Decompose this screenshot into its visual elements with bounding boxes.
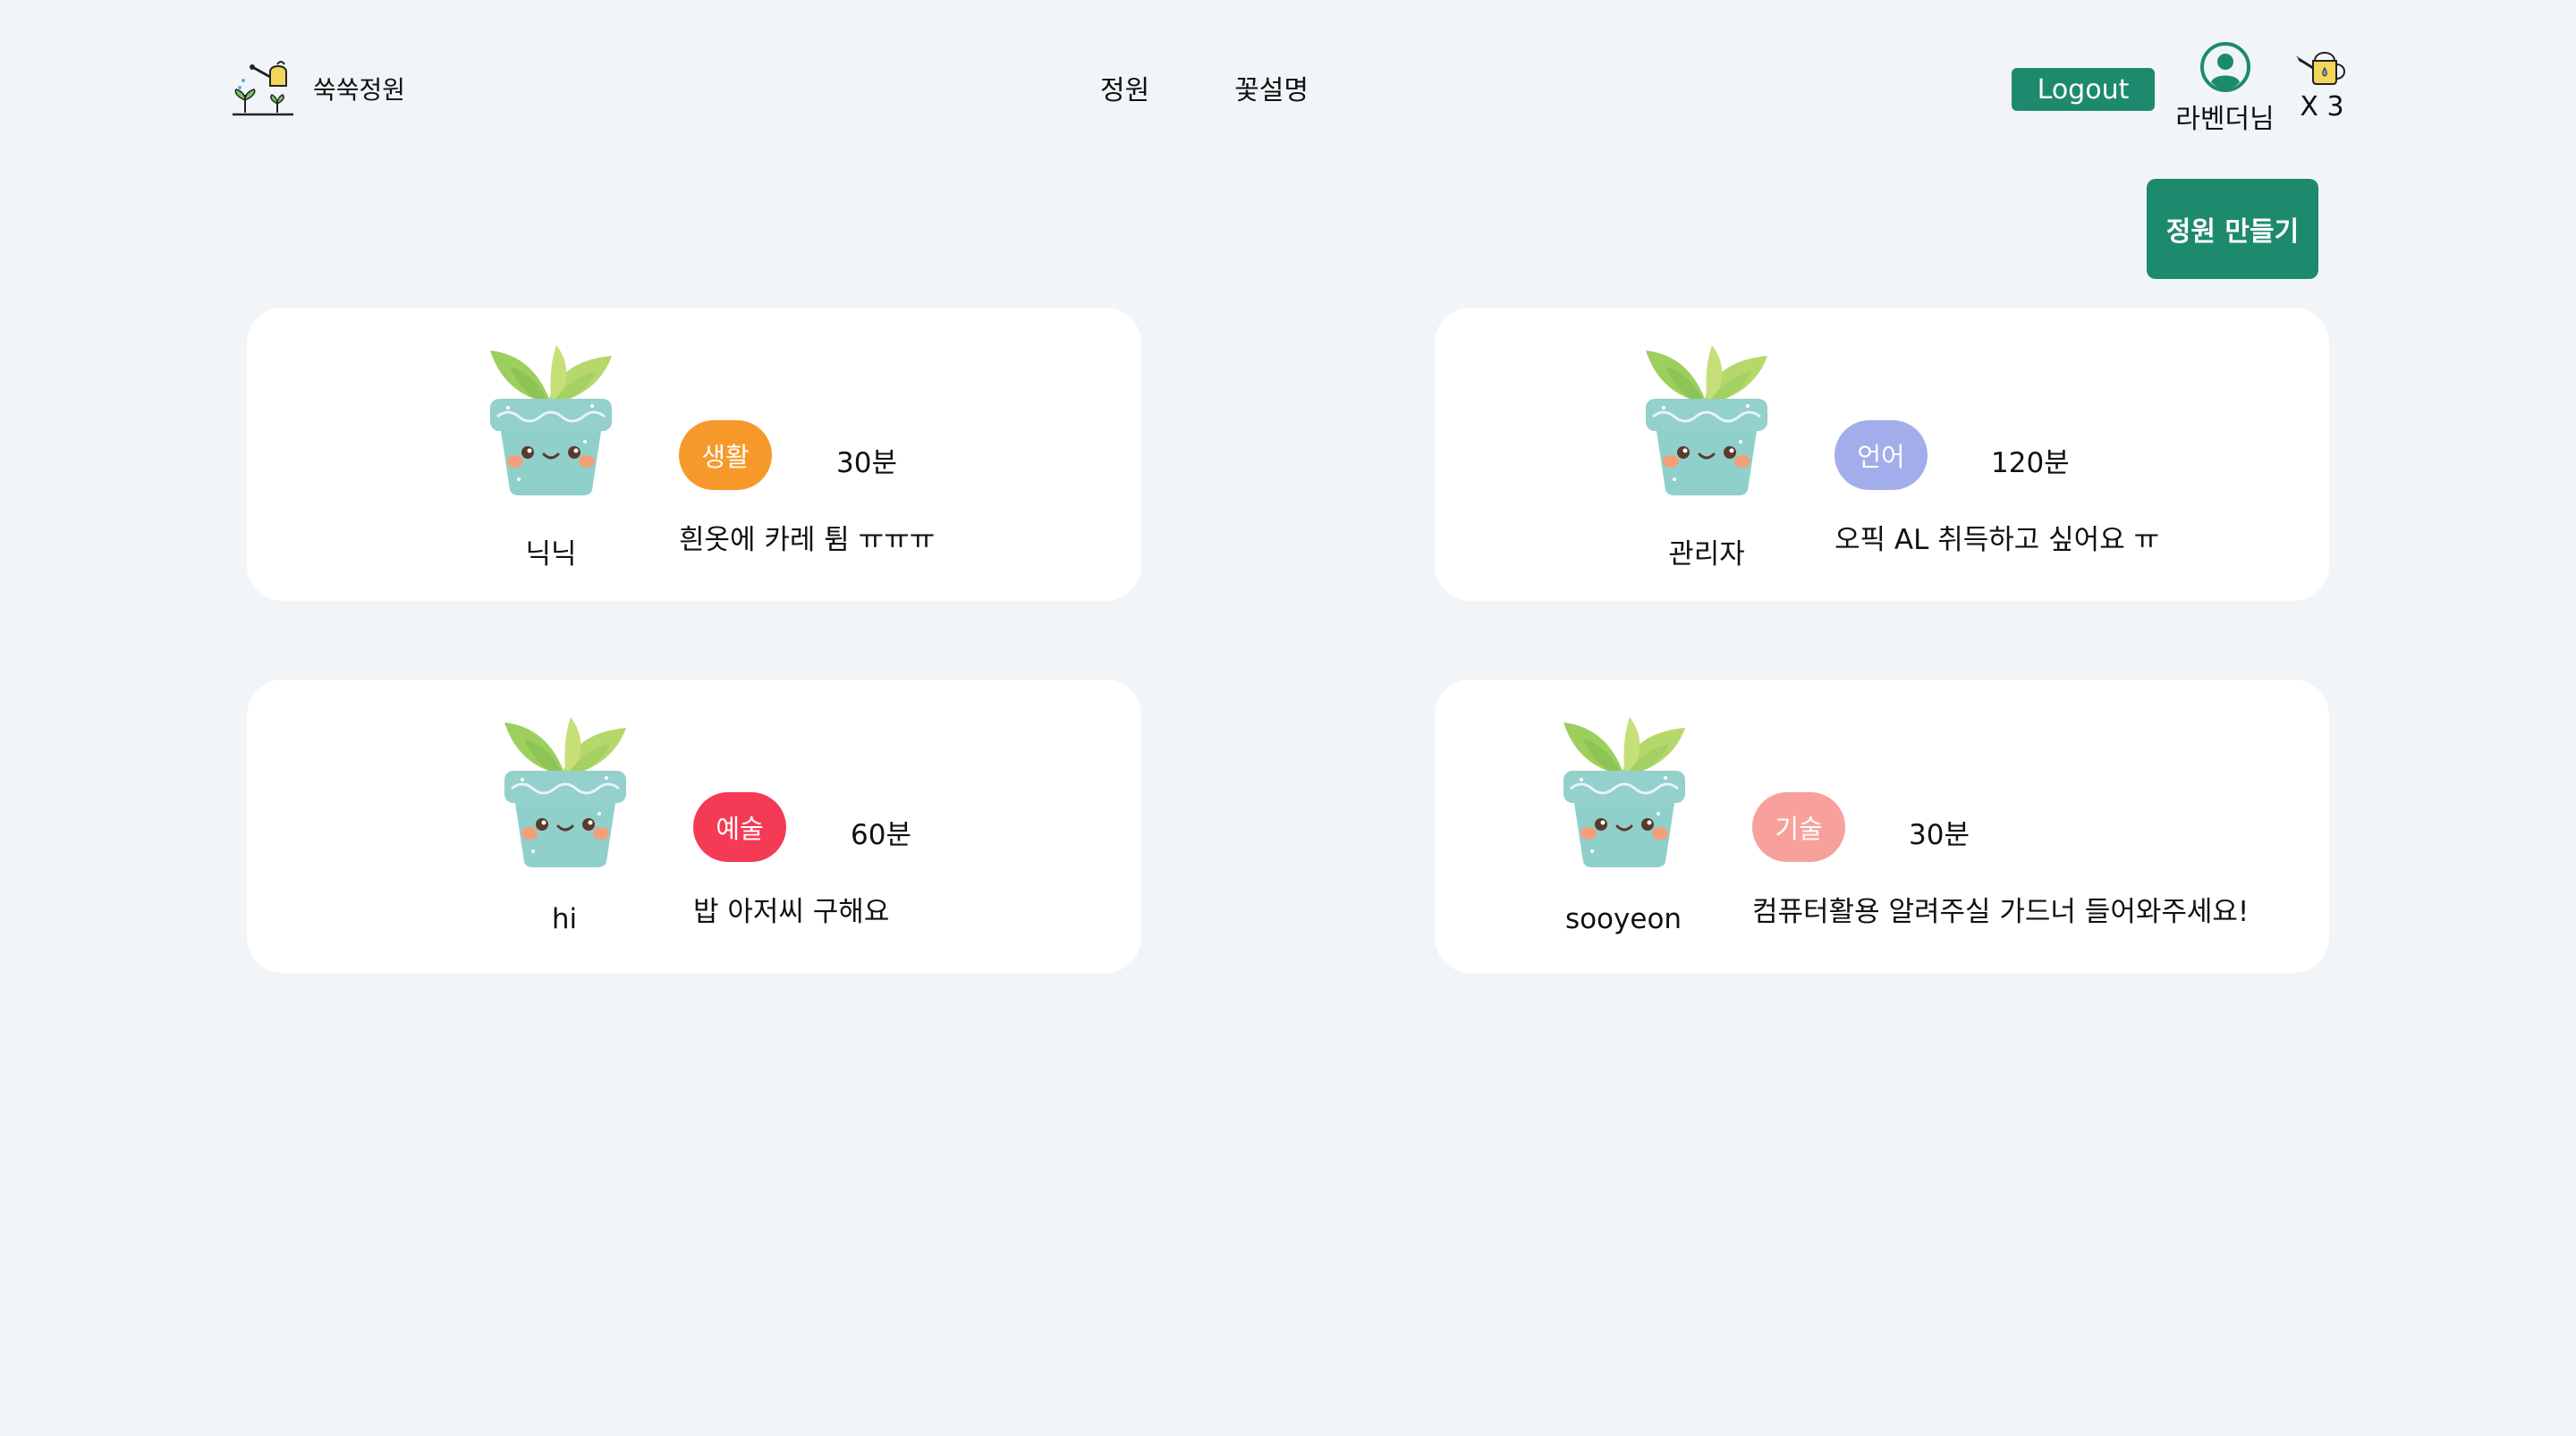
watering-can-icon	[2296, 52, 2345, 85]
water-counter: X 3	[2295, 45, 2349, 122]
study-time: 60분	[851, 819, 911, 851]
logout-button[interactable]: Logout	[2012, 68, 2155, 111]
plant-pot-icon	[499, 717, 631, 869]
page: 쑥쑥정원 정원 꽃설명 Logout 라벤더님 X 3 정원 만들기 닉닉 생활…	[0, 0, 2576, 1436]
garden-card[interactable]: 닉닉 생활 30분 흰옷에 카레 튐 ㅠㅠㅠ	[247, 308, 1141, 601]
garden-card[interactable]: 관리자 언어 120분 오픽 AL 취득하고 싶어요 ㅠ	[1435, 308, 2329, 601]
study-time: 30분	[1909, 819, 1970, 851]
plant-pot-icon	[1640, 345, 1773, 497]
garden-card[interactable]: hi 예술 60분 밥 아저씨 구해요	[247, 680, 1141, 973]
garden-owner: 닉닉	[525, 538, 577, 570]
main-nav: 정원 꽃설명	[1100, 68, 1309, 107]
garden-card[interactable]: sooyeon 기술 30분 컴퓨터활용 알려주실 가드너 들어와주세요!	[1435, 680, 2329, 973]
water-count: X 3	[2300, 91, 2344, 122]
nav-flower-guide[interactable]: 꽃설명	[1234, 68, 1309, 107]
user-avatar-icon	[2199, 42, 2250, 92]
user-profile[interactable]: 라벤더님	[2174, 41, 2276, 136]
header: 쑥쑥정원 정원 꽃설명 Logout 라벤더님 X 3	[0, 0, 2576, 170]
garden-description: 컴퓨터활용 알려주실 가드너 들어와주세요!	[1752, 896, 2250, 928]
create-garden-button[interactable]: 정원 만들기	[2147, 179, 2318, 279]
study-time: 30분	[836, 447, 897, 479]
garden-description: 흰옷에 카레 튐 ㅠㅠㅠ	[679, 524, 936, 556]
category-badge: 생활	[679, 420, 772, 490]
user-name: 라벤더님	[2175, 104, 2275, 135]
category-badge: 기술	[1752, 792, 1845, 862]
garden-owner: hi	[551, 903, 578, 935]
garden-description: 밥 아저씨 구해요	[693, 896, 890, 928]
category-badge: 예술	[693, 792, 786, 862]
nav-garden[interactable]: 정원	[1100, 68, 1149, 107]
garden-description: 오픽 AL 취득하고 싶어요 ㅠ	[1835, 524, 2160, 556]
category-badge: 언어	[1835, 420, 1928, 490]
logo[interactable]: 쑥쑥정원	[231, 59, 405, 118]
plant-pot-icon	[1558, 717, 1690, 869]
garden-owner: 관리자	[1668, 538, 1745, 570]
garden-owner: sooyeon	[1564, 903, 1682, 935]
study-time: 120분	[1991, 447, 2070, 479]
logo-text: 쑥쑥정원	[313, 75, 406, 105]
watering-can-logo-icon	[233, 61, 293, 116]
plant-pot-icon	[485, 345, 617, 497]
